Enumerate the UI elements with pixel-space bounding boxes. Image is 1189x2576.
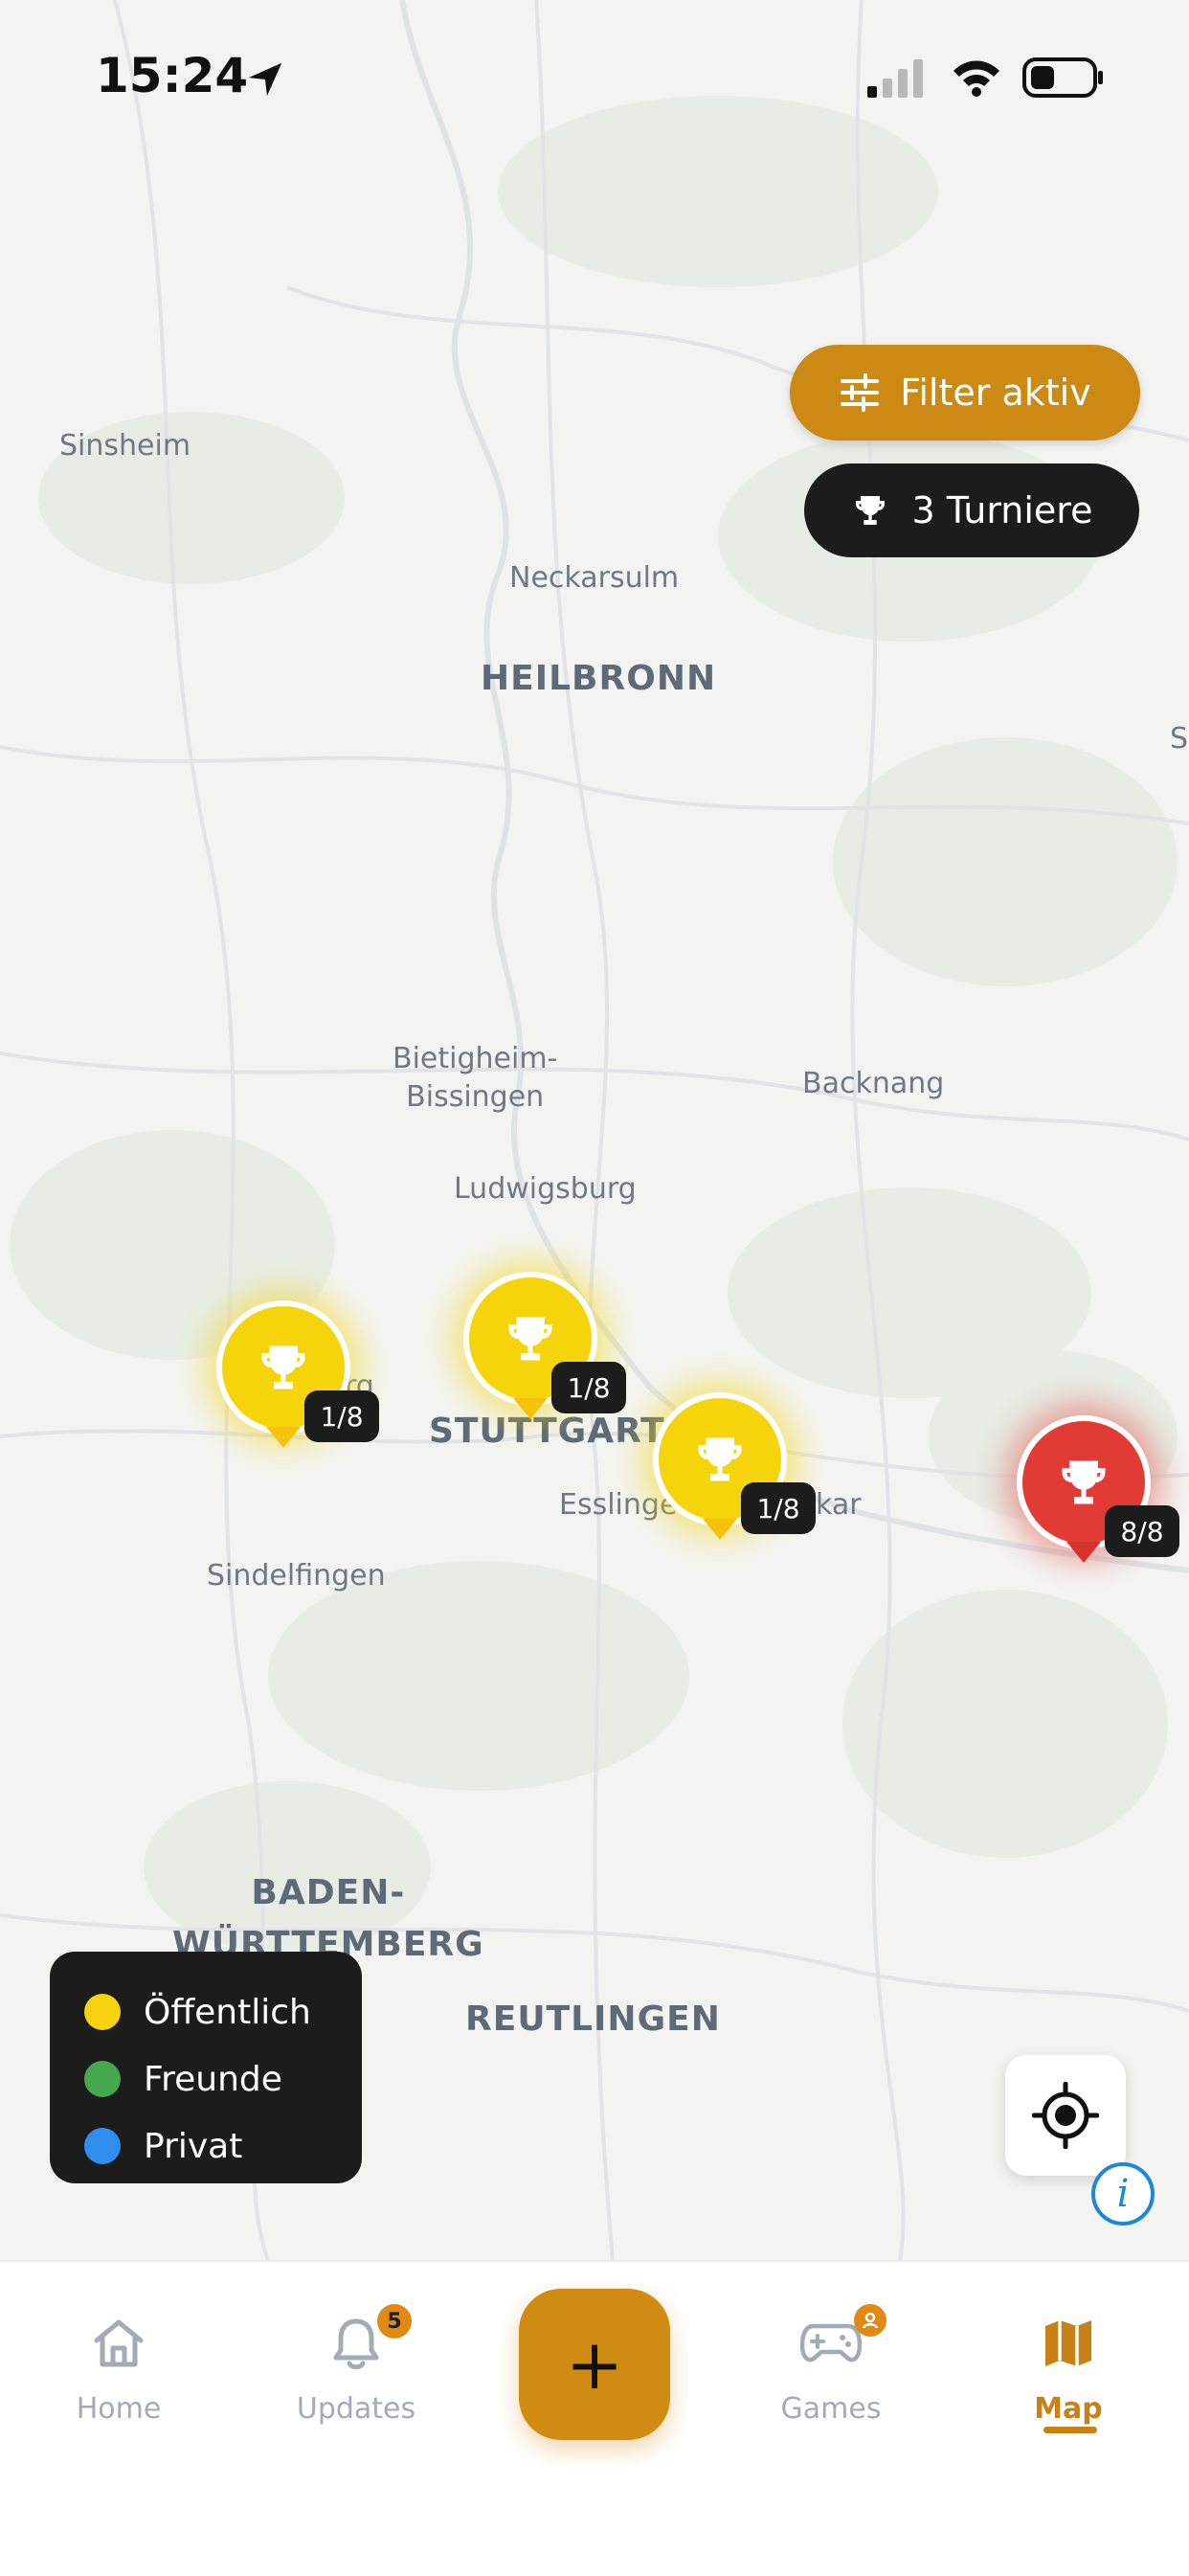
bell-icon [333,2318,379,2370]
trophy-icon [855,496,885,525]
trophy-icon [261,1345,305,1390]
city-label-reutlingen: REUTLINGEN [465,2000,721,2039]
legend-item-public: Öffentlich [84,1978,362,2045]
tournament-marker-3[interactable]: 1/8 [653,1392,816,1555]
map-legend: Öffentlich Freunde Privat [50,1952,362,2183]
status-time: 15:24 [96,48,249,103]
map-icon [1045,2320,1091,2366]
info-icon: i [1116,2172,1130,2216]
legend-dot-green [84,2061,121,2097]
city-label-backnang: Backnang [802,1067,945,1100]
tournament-marker-1[interactable]: 1/8 [216,1300,379,1463]
tournaments-count-label: 3 Turniere [911,489,1093,531]
marker-pointer [266,1427,301,1448]
legend-label: Privat [144,2126,243,2166]
nav-games[interactable]: Games [735,2304,927,2426]
city-label-sinsheim: Sinsheim [59,429,191,463]
city-label-neckar-fragment: kar [816,1488,862,1522]
trophy-icon [698,1437,742,1481]
nav-active-indicator [1043,2427,1097,2433]
status-bar: 15:24 [0,0,1189,144]
legend-dot-blue [84,2128,121,2164]
city-label-edge: S [1170,722,1189,756]
trophy-icon [1062,1460,1106,1504]
nav-map-label: Map [1034,2392,1103,2426]
marker-count-badge: 8/8 [1105,1505,1179,1557]
city-label-heilbronn: HEILBRONN [481,659,717,698]
plus-icon: + [565,2324,624,2405]
map-view[interactable]: Sinsheim Neckarsulm HEILBRONN S Bietighe… [0,0,1189,2260]
trophy-icon [508,1317,552,1361]
filter-active-label: Filter aktiv [900,372,1091,414]
person-icon [862,2312,879,2329]
nav-updates[interactable]: 5 Updates [260,2304,452,2426]
nav-home-label: Home [76,2392,162,2426]
create-tournament-button[interactable]: + [519,2289,670,2440]
battery-icon [1022,57,1103,98]
city-label-ludwigsburg: Ludwigsburg [454,1172,637,1206]
nav-map[interactable]: Map [973,2310,1164,2426]
city-label-neckarsulm: Neckarsulm [509,561,680,595]
marker-count-badge: 1/8 [551,1362,626,1413]
home-icon [94,2319,144,2367]
nav-home[interactable]: Home [23,2310,214,2426]
legend-label: Öffentlich [144,1992,311,2032]
marker-count-badge: 1/8 [741,1482,816,1534]
legend-item-friends: Freunde [84,2045,362,2113]
legend-dot-yellow [84,1994,121,2030]
nav-updates-label: Updates [296,2392,416,2426]
tournaments-count-button[interactable]: 3 Turniere [804,463,1139,557]
legend-item-private: Privat [84,2113,362,2180]
tournament-marker-2[interactable]: 1/8 [463,1272,626,1435]
map-info-button[interactable]: i [1091,2162,1155,2226]
legend-label: Freunde [144,2059,282,2099]
crosshair-icon [1032,2082,1099,2149]
tournament-marker-4[interactable]: 8/8 [1017,1415,1179,1578]
city-label-bietigheim-bissingen: Bietigheim- Bissingen [393,1042,558,1114]
nav-games-label: Games [780,2392,882,2426]
games-notification-badge [854,2304,886,2337]
locate-me-button[interactable] [1005,2055,1126,2176]
marker-pointer [703,1519,737,1540]
city-label-sindelfingen: Sindelfingen [207,1559,386,1593]
sliders-icon [841,373,880,412]
gamepad-icon [800,2323,862,2362]
marker-pointer [1066,1542,1101,1563]
marker-pointer [513,1398,548,1419]
marker-count-badge: 1/8 [304,1390,379,1442]
location-arrow-icon [248,62,282,97]
updates-badge: 5 [377,2304,412,2339]
wifi-icon [953,60,999,97]
filter-active-button[interactable]: Filter aktiv [790,345,1140,441]
cellular-signal-icon [867,59,923,98]
